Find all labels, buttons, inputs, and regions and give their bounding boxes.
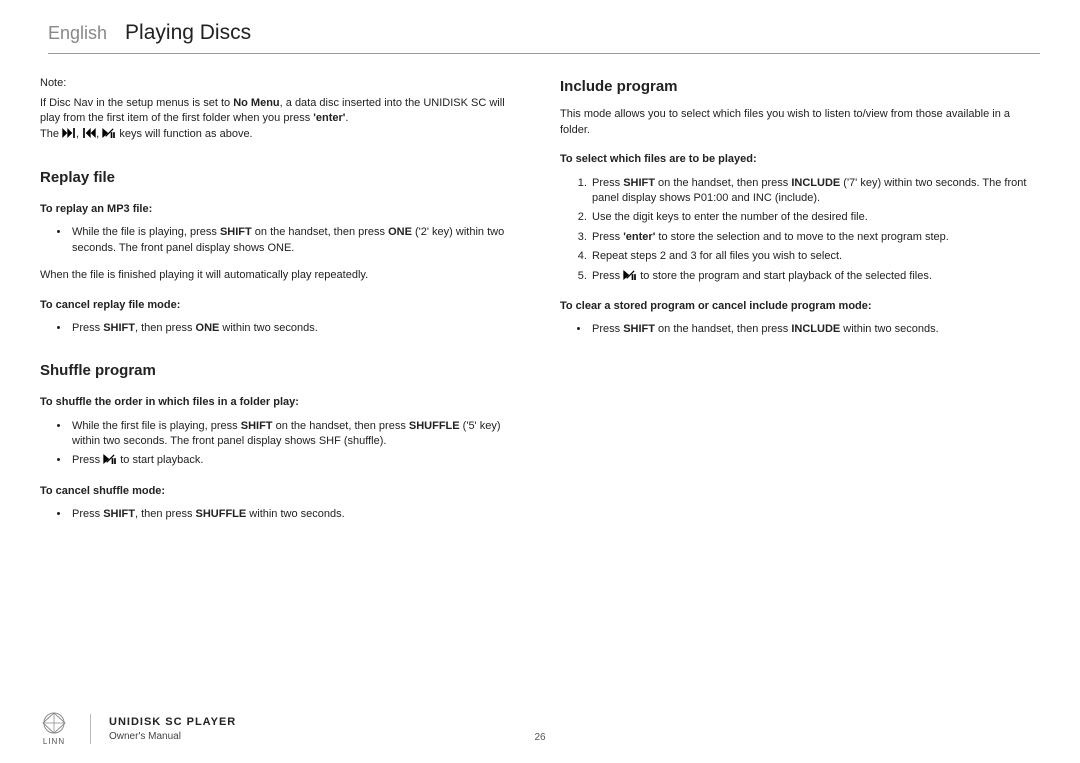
brand-logo: LINN — [40, 712, 68, 747]
replay-bullet-list: While the file is playing, press SHIFT o… — [70, 225, 520, 256]
left-column: Note: If Disc Nav in the setup menus is … — [40, 76, 520, 534]
next-track-icon — [62, 128, 76, 143]
page-number: 26 — [534, 731, 545, 745]
shuffle-sub2: To cancel shuffle mode: — [40, 484, 520, 499]
list-item: Press SHIFT, then press ONE within two s… — [70, 321, 520, 336]
shuffle-heading: Shuffle program — [40, 360, 520, 381]
product-name: UNIDISK SC PLAYER — [109, 715, 236, 730]
include-cancel-list: Press SHIFT on the handset, then press I… — [590, 322, 1040, 337]
right-column: Include program This mode allows you to … — [560, 76, 1040, 534]
replay-para: When the file is finished playing it wil… — [40, 268, 520, 283]
shuffle-cancel-list: Press SHIFT, then press SHUFFLE within t… — [70, 507, 520, 522]
include-sub2: To clear a stored program or cancel incl… — [560, 299, 1040, 314]
shuffle-sub1: To shuffle the order in which files in a… — [40, 395, 520, 410]
list-item: Repeat steps 2 and 3 for all files you w… — [590, 249, 1040, 264]
list-item: While the first file is playing, press S… — [70, 419, 520, 450]
language-label: English — [48, 23, 107, 43]
note-paragraph: If Disc Nav in the setup menus is set to… — [40, 96, 520, 143]
replay-sub2: To cancel replay file mode: — [40, 298, 520, 313]
replay-file-heading: Replay file — [40, 167, 520, 188]
page-title: Playing Discs — [125, 21, 251, 44]
page-content: Note: If Disc Nav in the setup menus is … — [0, 62, 1080, 534]
include-heading: Include program — [560, 76, 1040, 97]
play-pause-icon — [102, 128, 116, 143]
brand-name: LINN — [43, 736, 65, 747]
note-label: Note: — [40, 76, 520, 91]
include-intro: This mode allows you to select which fil… — [560, 107, 1040, 138]
list-item: Press to store the program and start pla… — [590, 269, 1040, 285]
page-header: English Playing Discs — [0, 0, 1080, 62]
play-pause-icon — [103, 454, 117, 469]
header-title-row: English Playing Discs — [48, 18, 1040, 54]
replay-sub1: To replay an MP3 file: — [40, 202, 520, 217]
include-sub1: To select which files are to be played: — [560, 152, 1040, 167]
list-item: Press to start playback. — [70, 453, 520, 469]
list-item: Press 'enter' to store the selection and… — [590, 230, 1040, 245]
replay-cancel-list: Press SHIFT, then press ONE within two s… — [70, 321, 520, 336]
list-item: Press SHIFT on the handset, then press I… — [590, 176, 1040, 207]
list-item: Use the digit keys to enter the number o… — [590, 210, 1040, 225]
footer-divider — [90, 714, 91, 744]
linn-logo-icon — [40, 712, 68, 734]
prev-track-icon — [82, 128, 96, 143]
include-steps: Press SHIFT on the handset, then press I… — [590, 176, 1040, 285]
footer-text: UNIDISK SC PLAYER Owner's Manual — [109, 715, 236, 744]
shuffle-bullet-list: While the first file is playing, press S… — [70, 419, 520, 470]
list-item: Press SHIFT on the handset, then press I… — [590, 322, 1040, 337]
list-item: While the file is playing, press SHIFT o… — [70, 225, 520, 256]
manual-label: Owner's Manual — [109, 730, 236, 744]
list-item: Press SHIFT, then press SHUFFLE within t… — [70, 507, 520, 522]
play-pause-icon — [623, 270, 637, 285]
